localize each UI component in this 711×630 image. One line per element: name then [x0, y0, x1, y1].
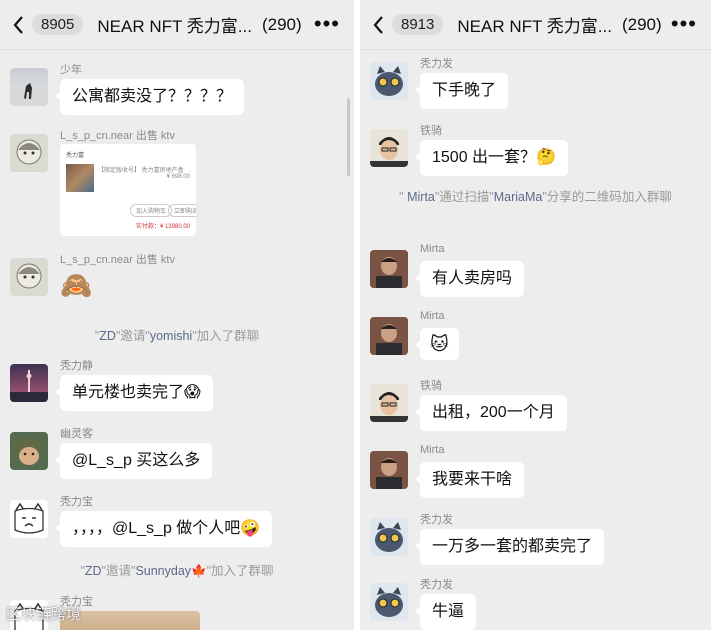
avatar[interactable] [10, 258, 48, 296]
message-bubble[interactable]: 牛逼 [414, 594, 477, 630]
back-button[interactable] [6, 15, 30, 35]
watermark: 区块链跨境 [6, 606, 82, 623]
message-bubble[interactable]: ，，，，@L_s_p 做个人吧🤪 [54, 511, 273, 547]
system-notice: "ZD"邀请"yomishi"加入了群聊 [20, 326, 334, 346]
message-bubble[interactable]: 下手晚了 [414, 73, 509, 109]
system-text: "邀请" [115, 329, 150, 343]
system-text: " [399, 190, 408, 204]
sender-name: 秃力静 [60, 360, 93, 372]
sender-name: 秃力发 [420, 579, 453, 591]
card-product-title: 【限定版收号】 秃力富房地产盒 [98, 168, 184, 174]
sender-name: Mirta [420, 310, 445, 322]
sender-name: 少年 [60, 64, 82, 76]
system-text: "通过扫描" [434, 190, 494, 204]
system-text: "分享的二维码加入群聊 [542, 190, 672, 204]
chat-header: 8913 NEAR NFT 秃力富... (290) ••• [360, 0, 711, 50]
avatar[interactable] [10, 432, 48, 470]
unread-count-badge[interactable]: 8913 [392, 14, 444, 35]
avatar[interactable] [370, 62, 408, 100]
message-bubble[interactable]: 1500 出一套？🤔 [415, 140, 568, 176]
sticker-message[interactable]: 🙈 [60, 269, 92, 301]
system-text: "加入了群聊 [192, 329, 260, 343]
card-buy-now: 立即购买 [168, 204, 196, 217]
system-notice: "ZD"邀请"Sunnyday🍁"加入了群聊 [20, 561, 334, 581]
avatar[interactable] [370, 451, 408, 489]
avatar[interactable] [370, 250, 408, 288]
product-thumbnail [66, 164, 94, 192]
avatar[interactable] [370, 129, 408, 167]
chat-window-left: 8905 NEAR NFT 秃力富... (290) ••• 少年 公寓都卖没了… [0, 0, 354, 630]
card-shop-name: 秃力富 [66, 153, 85, 159]
unread-count-badge[interactable]: 8905 [32, 14, 84, 35]
scrollbar[interactable] [347, 98, 350, 176]
sender-name: 秃力宝 [60, 496, 93, 508]
sticker-message[interactable]: 🐱 [415, 328, 459, 360]
avatar[interactable] [10, 68, 48, 106]
system-user-link[interactable]: Sunnyday🍁 [135, 564, 206, 578]
system-user-link[interactable]: Mirta [407, 190, 435, 204]
message-bubble[interactable]: 一万多一套的都卖完了 [414, 529, 605, 565]
message-bubble[interactable]: 出租，200一个月 [415, 395, 567, 431]
chevron-left-icon [13, 15, 23, 34]
card-total: 实付款：¥ 13980.00 [135, 224, 190, 230]
sender-name: 秃力发 [420, 514, 453, 526]
more-options-icon[interactable]: ••• [671, 13, 697, 35]
avatar[interactable] [10, 500, 48, 538]
avatar[interactable] [370, 583, 408, 621]
system-text: "邀请" [101, 564, 136, 578]
chat-title: NEAR NFT 秃力富... [457, 17, 612, 36]
sender-name: L_s_p_cn.near 出售 ktv [60, 254, 175, 266]
member-count: (290) [621, 14, 662, 34]
message-bubble[interactable]: 单元楼也卖完了😱 [55, 375, 213, 411]
message-bubble[interactable]: @L_s_p 买这么多 [54, 443, 213, 479]
chat-window-right: 8913 NEAR NFT 秃力富... (290) ••• 秃力发 下手晚了 … [360, 0, 711, 630]
message-bubble[interactable]: 有人卖房吗 [414, 261, 525, 297]
system-user-link[interactable]: ZD [99, 329, 116, 343]
chat-title: NEAR NFT 秃力富... [97, 17, 252, 36]
system-notice: " Mirta"通过扫描"MariaMa"分享的二维码加入群聊 [388, 187, 683, 207]
more-options-icon[interactable]: ••• [314, 13, 340, 35]
system-user-link[interactable]: yomishi [150, 329, 192, 343]
sender-name: 秃力发 [420, 58, 453, 70]
avatar[interactable] [10, 364, 48, 402]
member-count: (290) [261, 14, 302, 34]
system-user-link[interactable]: MariaMa [494, 190, 543, 204]
avatar[interactable] [10, 134, 48, 172]
back-button[interactable] [366, 15, 390, 35]
avatar[interactable] [370, 384, 408, 422]
sender-name: 铁骑 [420, 380, 442, 392]
system-text: "加入了群聊 [206, 564, 274, 578]
sender-name: Mirta [420, 444, 445, 456]
avatar[interactable] [370, 317, 408, 355]
avatar[interactable] [370, 518, 408, 556]
chevron-left-icon [373, 15, 383, 34]
shared-product-card[interactable]: 秃力富 【限定版收号】 秃力富房地产盒 ¥ 698.00 加入购物车 立即购买 … [60, 144, 196, 236]
sender-name: Mirta [420, 243, 445, 255]
message-bubble[interactable]: 我要来干啥 [414, 462, 525, 498]
card-product-price: ¥ 698.00 [166, 174, 190, 180]
message-bubble[interactable]: 公寓都卖没了？？？？ [54, 79, 245, 115]
chat-header: 8905 NEAR NFT 秃力富... (290) ••• [0, 0, 354, 50]
sender-name: 幽灵客 [60, 428, 93, 440]
sender-name: 铁骑 [420, 125, 442, 137]
sender-name: L_s_p_cn.near 出售 ktv [60, 130, 175, 142]
system-user-link[interactable]: ZD [85, 564, 102, 578]
card-add-cart: 加入购物车 [130, 204, 173, 217]
